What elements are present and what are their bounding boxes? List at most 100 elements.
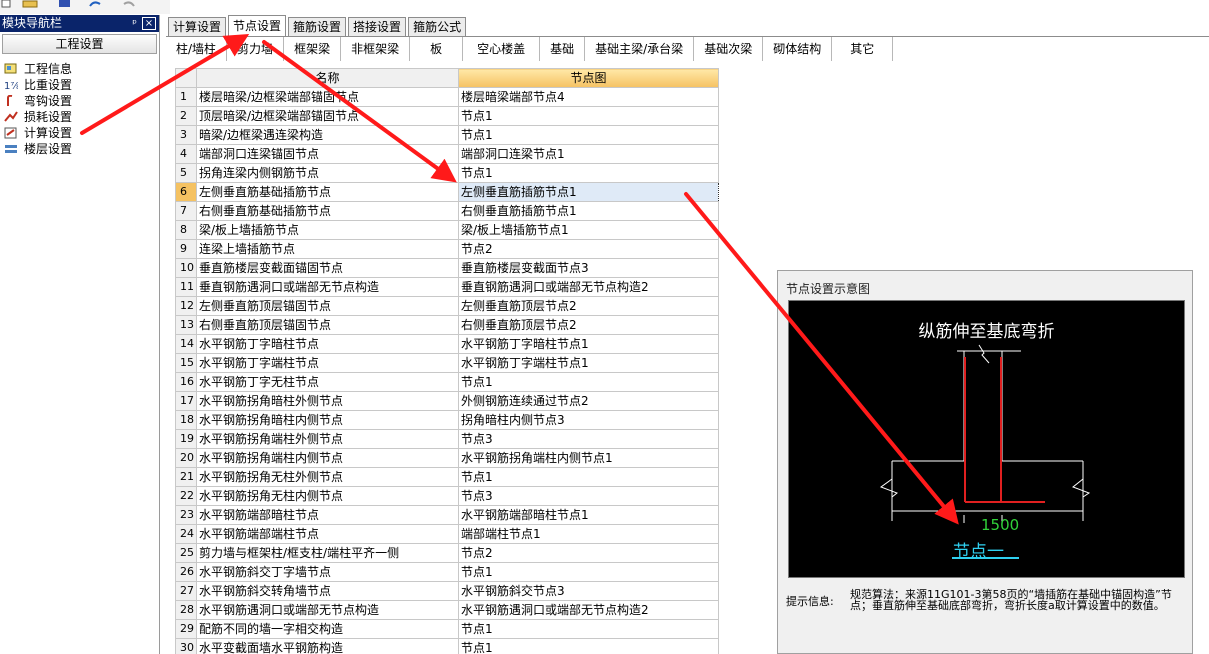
node-diagram-cell[interactable]: 节点1: [458, 467, 719, 487]
navigator-section-header[interactable]: 工程设置: [2, 34, 157, 54]
subtab-foundation-main-beam[interactable]: 基础主梁/承台梁: [585, 37, 695, 61]
subtab-slab[interactable]: 板: [410, 37, 464, 61]
table-row[interactable]: 1 楼层暗梁/边框梁端部锚固节点 楼层暗梁端部节点4: [175, 87, 719, 107]
subtab-foundation-secondary-beam[interactable]: 基础次梁: [694, 37, 764, 61]
table-row[interactable]: 17 水平钢筋拐角暗柱外侧节点 外侧钢筋连续通过节点2: [175, 391, 719, 411]
close-icon[interactable]: ×: [142, 17, 156, 30]
node-name-cell: 楼层暗梁/边框梁端部锚固节点: [196, 87, 459, 107]
node-diagram-cell[interactable]: 水平钢筋遇洞口或端部无节点构造2: [458, 600, 719, 620]
table-row[interactable]: 9 连梁上墙插筋节点 节点2: [175, 239, 719, 259]
node-diagram-cell[interactable]: 垂直钢筋遇洞口或端部无节点构造2: [458, 277, 719, 297]
nav-item-loss[interactable]: 损耗设置: [0, 109, 159, 125]
subtab-other[interactable]: 其它: [832, 37, 894, 61]
node-diagram-cell[interactable]: 外侧钢筋连续通过节点2: [458, 391, 719, 411]
table-row[interactable]: 16 水平钢筋丁字无柱节点 节点1: [175, 372, 719, 392]
table-row[interactable]: 21 水平钢筋拐角无柱外侧节点 节点1: [175, 467, 719, 487]
nav-item-calc-settings[interactable]: 计算设置: [0, 125, 159, 141]
tab-stirrup-formula[interactable]: 箍筋公式: [408, 17, 467, 36]
nav-item-weight[interactable]: 1⅞ 比重设置: [0, 77, 159, 93]
node-diagram-cell[interactable]: 端部洞口连梁节点1: [458, 144, 719, 164]
new-file-icon[interactable]: [0, 0, 14, 8]
nav-item-project-info[interactable]: 工程信息: [0, 61, 159, 77]
table-row[interactable]: 4 端部洞口连梁锚固节点 端部洞口连梁节点1: [175, 144, 719, 164]
nav-item-floor-settings[interactable]: 楼层设置: [0, 141, 159, 157]
table-row[interactable]: 18 水平钢筋拐角暗柱内侧节点 拐角暗柱内侧节点3: [175, 410, 719, 430]
table-row[interactable]: 14 水平钢筋丁字暗柱节点 水平钢筋丁字暗柱节点1: [175, 334, 719, 354]
node-diagram-cell[interactable]: 右侧垂直筋顶层节点2: [458, 315, 719, 335]
tab-lap-settings[interactable]: 搭接设置: [348, 17, 407, 36]
subtab-column-wallcolumn[interactable]: 柱/墙柱: [166, 37, 228, 61]
node-diagram-cell[interactable]: 左侧垂直筋顶层节点2: [458, 296, 719, 316]
node-diagram-cell[interactable]: 水平钢筋丁字暗柱节点1: [458, 334, 719, 354]
undo-icon[interactable]: [88, 0, 104, 8]
node-diagram-cell[interactable]: 节点2: [458, 239, 719, 259]
table-row[interactable]: 10 垂直筋楼层变截面锚固节点 垂直筋楼层变截面节点3: [175, 258, 719, 278]
table-row[interactable]: 29 配筋不同的墙一字相交构造 节点1: [175, 619, 719, 639]
save-icon[interactable]: [58, 0, 72, 8]
subtab-masonry[interactable]: 砌体结构: [763, 37, 833, 61]
node-name-cell: 水平钢筋丁字暗柱节点: [196, 334, 459, 354]
node-diagram-cell[interactable]: 水平钢筋拐角端柱内侧节点1: [458, 448, 719, 468]
node-diagram-cell[interactable]: 左侧垂直筋插筋节点1: [458, 182, 719, 202]
tab-node-settings[interactable]: 节点设置: [228, 15, 287, 36]
subtab-shear-wall[interactable]: 剪力墙: [227, 37, 285, 61]
node-diagram-cell[interactable]: 楼层暗梁端部节点4: [458, 87, 719, 107]
table-row[interactable]: 6 左侧垂直筋基础插筋节点 左侧垂直筋插筋节点1: [175, 182, 719, 202]
node-diagram-cell[interactable]: 节点1: [458, 163, 719, 183]
node-diagram-cell[interactable]: 节点1: [458, 106, 719, 126]
node-diagram-cell[interactable]: 垂直筋楼层变截面节点3: [458, 258, 719, 278]
pin-icon[interactable]: ᵖ: [132, 15, 137, 32]
table-row[interactable]: 23 水平钢筋端部暗柱节点 水平钢筋端部暗柱节点1: [175, 505, 719, 525]
nav-item-hook[interactable]: 弯钩设置: [0, 93, 159, 109]
node-diagram-cell[interactable]: 节点3: [458, 486, 719, 506]
tab-calc-settings[interactable]: 计算设置: [168, 17, 227, 36]
node-diagram-cell[interactable]: 拐角暗柱内侧节点3: [458, 410, 719, 430]
column-header-node[interactable]: 节点图: [458, 68, 719, 88]
table-row[interactable]: 26 水平钢筋斜交丁字墙节点 节点1: [175, 562, 719, 582]
subtab-frame-beam[interactable]: 框架梁: [284, 37, 342, 61]
table-row[interactable]: 22 水平钢筋拐角无柱内侧节点 节点3: [175, 486, 719, 506]
node-diagram-cell[interactable]: 右侧垂直筋插筋节点1: [458, 201, 719, 221]
table-row[interactable]: 5 拐角连梁内侧钢筋节点 节点1: [175, 163, 719, 183]
subtab-non-frame-beam[interactable]: 非框架梁: [341, 37, 411, 61]
table-row[interactable]: 3 暗梁/边框梁遇连梁构造 节点1: [175, 125, 719, 145]
redo-icon[interactable]: [122, 0, 138, 8]
table-row[interactable]: 20 水平钢筋拐角端柱内侧节点 水平钢筋拐角端柱内侧节点1: [175, 448, 719, 468]
row-number-cell: 4: [175, 144, 197, 164]
table-row[interactable]: 12 左侧垂直筋顶层锚固节点 左侧垂直筋顶层节点2: [175, 296, 719, 316]
node-diagram-cell[interactable]: 端部端柱节点1: [458, 524, 719, 544]
subtab-hollow-floor[interactable]: 空心楼盖: [463, 37, 541, 61]
node-diagram-cell[interactable]: 节点1: [458, 125, 719, 145]
node-diagram-cell[interactable]: 梁/板上墙插筋节点1: [458, 220, 719, 240]
table-row[interactable]: 8 梁/板上墙插筋节点 梁/板上墙插筋节点1: [175, 220, 719, 240]
row-number-cell: 7: [175, 201, 197, 221]
table-row[interactable]: 28 水平钢筋遇洞口或端部无节点构造 水平钢筋遇洞口或端部无节点构造2: [175, 600, 719, 620]
column-header-name[interactable]: 名称: [196, 68, 459, 88]
table-row[interactable]: 2 顶层暗梁/边框梁端部锚固节点 节点1: [175, 106, 719, 126]
node-diagram-cell[interactable]: 水平钢筋丁字端柱节点1: [458, 353, 719, 373]
node-name-cell: 顶层暗梁/边框梁端部锚固节点: [196, 106, 459, 126]
table-row[interactable]: 24 水平钢筋端部端柱节点 端部端柱节点1: [175, 524, 719, 544]
node-diagram-cell[interactable]: 节点1: [458, 562, 719, 582]
node-diagram-cell[interactable]: 水平钢筋端部暗柱节点1: [458, 505, 719, 525]
node-diagram-cell[interactable]: 节点1: [458, 638, 719, 654]
node-diagram-cell[interactable]: 节点1: [458, 372, 719, 392]
table-row[interactable]: 15 水平钢筋丁字端柱节点 水平钢筋丁字端柱节点1: [175, 353, 719, 373]
table-row[interactable]: 27 水平钢筋斜交转角墙节点 水平钢筋斜交节点3: [175, 581, 719, 601]
table-row[interactable]: 7 右侧垂直筋基础插筋节点 右侧垂直筋插筋节点1: [175, 201, 719, 221]
node-name-cell: 水平钢筋拐角端柱外侧节点: [196, 429, 459, 449]
table-row[interactable]: 13 右侧垂直筋顶层锚固节点 右侧垂直筋顶层节点2: [175, 315, 719, 335]
node-diagram-cell[interactable]: 水平钢筋斜交节点3: [458, 581, 719, 601]
table-row[interactable]: 25 剪力墙与框架柱/框支柱/端柱平齐一侧 节点2: [175, 543, 719, 563]
nav-item-label: 比重设置: [24, 78, 73, 92]
open-folder-icon[interactable]: [22, 0, 42, 8]
subtab-foundation[interactable]: 基础: [540, 37, 586, 61]
row-number-cell: 23: [175, 505, 197, 525]
tab-stirrup-settings[interactable]: 箍筋设置: [288, 17, 347, 36]
node-diagram-cell[interactable]: 节点1: [458, 619, 719, 639]
node-diagram-cell[interactable]: 节点3: [458, 429, 719, 449]
table-row[interactable]: 19 水平钢筋拐角端柱外侧节点 节点3: [175, 429, 719, 449]
table-row[interactable]: 30 水平变截面墙水平钢筋构造 节点1: [175, 638, 719, 654]
node-diagram-cell[interactable]: 节点2: [458, 543, 719, 563]
table-row[interactable]: 11 垂直钢筋遇洞口或端部无节点构造 垂直钢筋遇洞口或端部无节点构造2: [175, 277, 719, 297]
